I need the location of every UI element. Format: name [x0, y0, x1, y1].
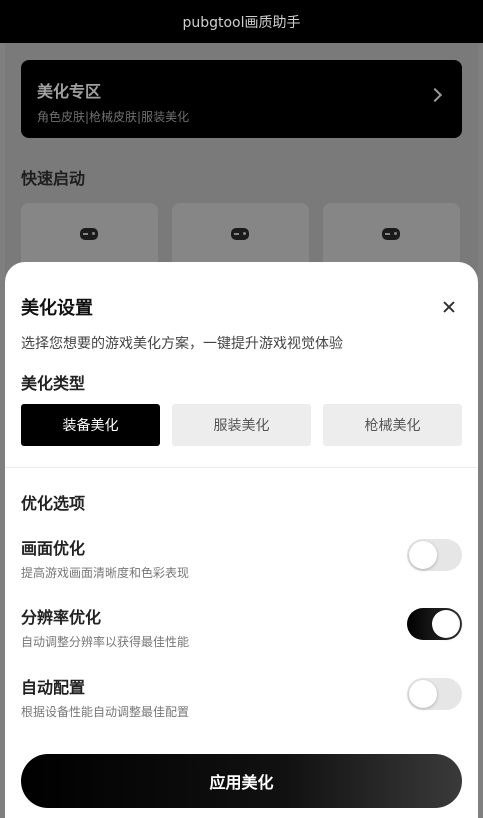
quick-start-heading: 快速启动: [21, 169, 86, 188]
promo-title: 美化专区: [37, 82, 102, 101]
option-resolution: 分辨率优化 自动调整分辨率以获得最佳性能: [21, 604, 462, 649]
type-tabs: 装备美化 服装美化 枪械美化: [21, 404, 478, 446]
option-title: 分辨率优化: [21, 608, 102, 627]
apply-button[interactable]: 应用美化: [21, 754, 462, 808]
graphics-toggle[interactable]: [407, 539, 462, 571]
options-section-label: 优化选项: [21, 494, 86, 513]
close-icon[interactable]: [437, 295, 461, 319]
gamepad-icon: [231, 228, 249, 240]
toggle-knob: [432, 610, 460, 638]
tab-weapon[interactable]: 枪械美化: [323, 404, 462, 446]
toggle-knob: [409, 541, 437, 569]
sheet-title: 美化设置: [21, 298, 93, 319]
resolution-toggle[interactable]: [407, 608, 462, 640]
settings-sheet: 美化设置 选择您想要的游戏美化方案，一键提升游戏视觉体验 美化类型 装备美化 服…: [5, 262, 478, 818]
promo-subtitle: 角色皮肤|枪械皮肤|服装美化: [37, 110, 190, 124]
promo-card[interactable]: 美化专区 角色皮肤|枪械皮肤|服装美化: [21, 60, 462, 138]
option-desc: 根据设备性能自动调整最佳配置: [21, 705, 190, 719]
gamepad-icon: [80, 228, 98, 240]
option-title: 画面优化: [21, 539, 86, 558]
app-titlebar: pubgtool画质助手: [0, 0, 483, 43]
option-desc: 自动调整分辨率以获得最佳性能: [21, 635, 190, 649]
option-graphics: 画面优化 提高游戏画面清晰度和色彩表现: [21, 535, 462, 580]
divider: [5, 467, 478, 468]
tab-clothing[interactable]: 服装美化: [172, 404, 311, 446]
type-section-label: 美化类型: [21, 374, 86, 393]
app-title: pubgtool画质助手: [182, 14, 301, 31]
sheet-subtitle: 选择您想要的游戏美化方案，一键提升游戏视觉体验: [21, 336, 343, 352]
gamepad-icon: [382, 228, 400, 240]
toggle-knob: [409, 680, 437, 708]
option-desc: 提高游戏画面清晰度和色彩表现: [21, 566, 190, 580]
auto-config-toggle[interactable]: [407, 678, 462, 710]
option-auto-config: 自动配置 根据设备性能自动调整最佳配置: [21, 674, 462, 719]
option-title: 自动配置: [21, 678, 86, 697]
tab-equipment[interactable]: 装备美化: [21, 404, 160, 446]
